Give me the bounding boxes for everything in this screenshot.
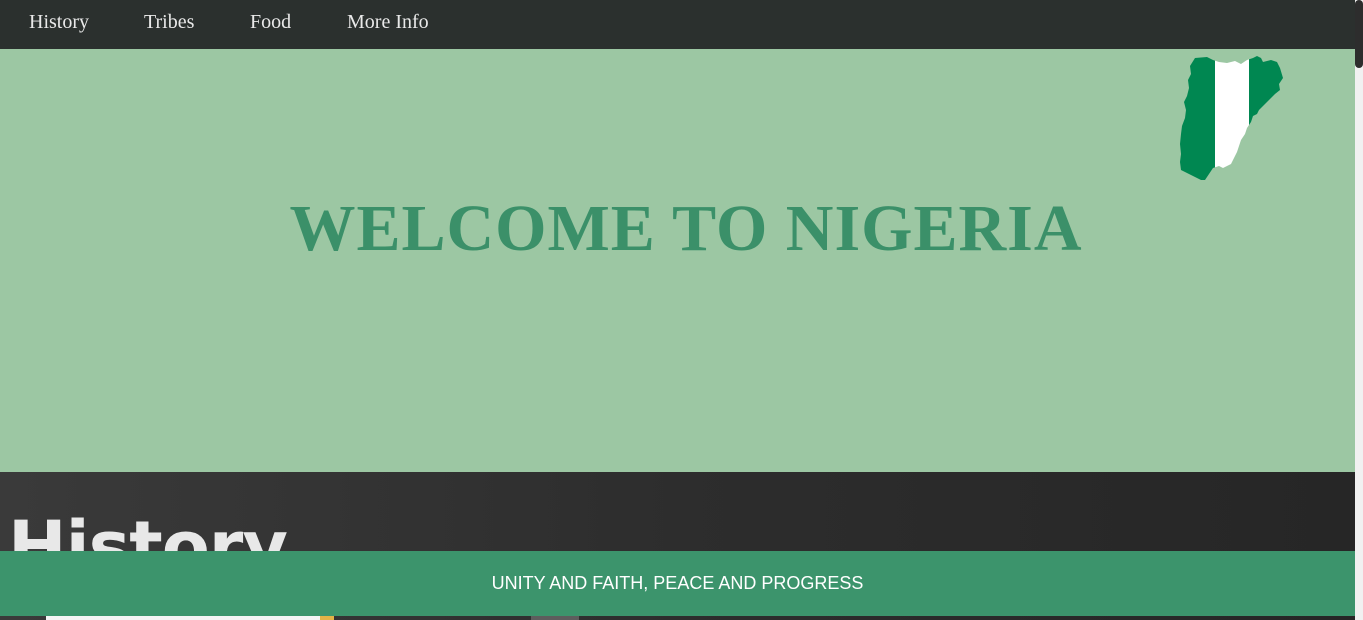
hero-banner: WELCOME TO NIGERIA <box>0 49 1355 472</box>
nav-more-info-link[interactable]: More Info <box>347 12 429 32</box>
nav-tribes-link[interactable]: Tribes <box>144 12 194 32</box>
history-image-thumbnail-2 <box>531 616 579 620</box>
nav-food-link[interactable]: Food <box>250 12 291 32</box>
nigeria-flag-map-icon <box>1180 56 1283 180</box>
scrollbar-track[interactable] <box>1355 0 1363 620</box>
national-motto: UNITY AND FAITH, PEACE AND PROGRESS <box>491 573 864 593</box>
motto-banner: UNITY AND FAITH, PEACE AND PROGRESS <box>0 551 1355 616</box>
top-navbar: History Tribes Food More Info <box>0 0 1355 49</box>
welcome-title: WELCOME TO NIGERIA <box>289 192 1083 265</box>
scrollbar-thumb[interactable] <box>1355 0 1363 68</box>
nav-history-link[interactable]: History <box>29 12 89 32</box>
thumbnail-accent <box>320 616 334 620</box>
history-image-thumbnail <box>46 616 334 620</box>
